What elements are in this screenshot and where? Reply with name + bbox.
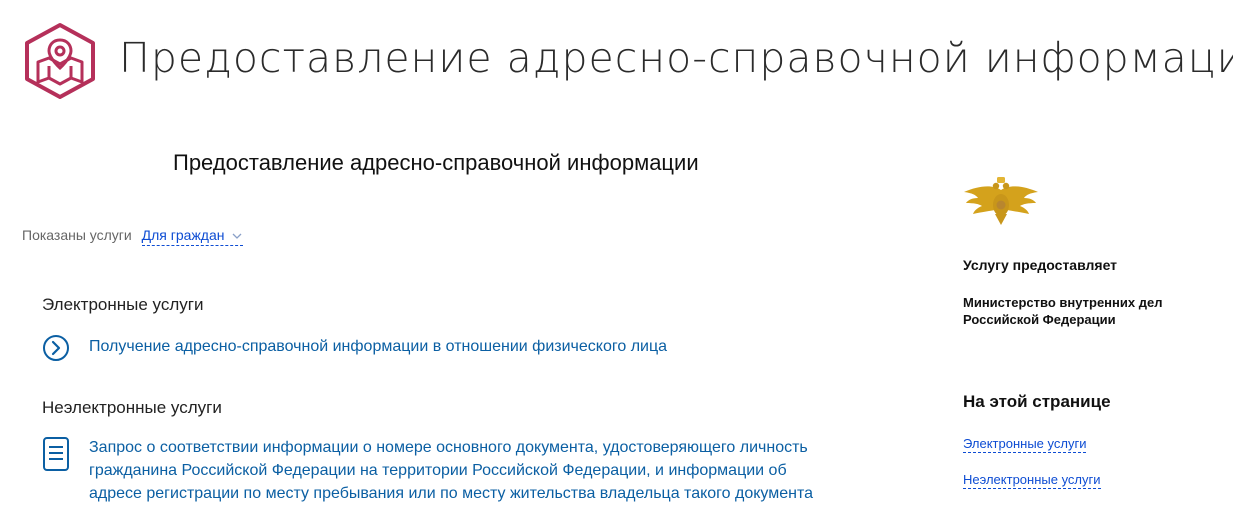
non-electronic-services-heading: Неэлектронные услуги — [42, 398, 222, 417]
anchor-link-electronic[interactable]: Электронные услуги — [963, 436, 1087, 453]
service-link-line: гражданина Российской Федерации на терри… — [89, 462, 787, 479]
mvd-emblem-icon — [964, 177, 1038, 225]
non-electronic-service-item[interactable]: Запрос о соответствии информации о номер… — [42, 436, 813, 505]
provider-name-line: Министерство внутренних дел — [963, 295, 1163, 310]
service-filter: Показаны услуги Для граждан — [22, 227, 244, 246]
service-link-line: Запрос о соответствии информации о номер… — [89, 439, 808, 456]
page-title: Предоставление адресно-справочной информ… — [119, 34, 1233, 82]
electronic-services-heading: Электронные услуги — [42, 295, 204, 314]
electronic-service-item[interactable]: Получение адресно-справочной информации … — [42, 334, 667, 366]
chevron-down-icon — [232, 233, 242, 240]
arrow-circle-right-icon — [43, 335, 69, 361]
filter-label: Показаны услуги — [22, 227, 132, 243]
provider-name-line: Российской Федерации — [963, 312, 1116, 327]
electronic-service-link[interactable]: Получение адресно-справочной информации … — [89, 335, 667, 358]
service-link-line: адресе регистрации по месту пребывания и… — [89, 485, 814, 502]
audience-dropdown-value: Для граждан — [141, 227, 225, 243]
provider-name: Министерство внутренних дел Российской Ф… — [963, 294, 1162, 328]
section-title: Предоставление адресно-справочной информ… — [173, 150, 699, 175]
audience-dropdown[interactable]: Для граждан — [141, 227, 244, 246]
anchor-link-non-electronic[interactable]: Неэлектронные услуги — [963, 472, 1101, 489]
non-electronic-service-link[interactable]: Запрос о соответствии информации о номер… — [89, 436, 813, 505]
provider-label: Услугу предоставляет — [963, 257, 1118, 273]
on-this-page-heading: На этой странице — [963, 392, 1111, 411]
document-icon — [43, 437, 69, 471]
map-pin-icon — [25, 23, 95, 99]
